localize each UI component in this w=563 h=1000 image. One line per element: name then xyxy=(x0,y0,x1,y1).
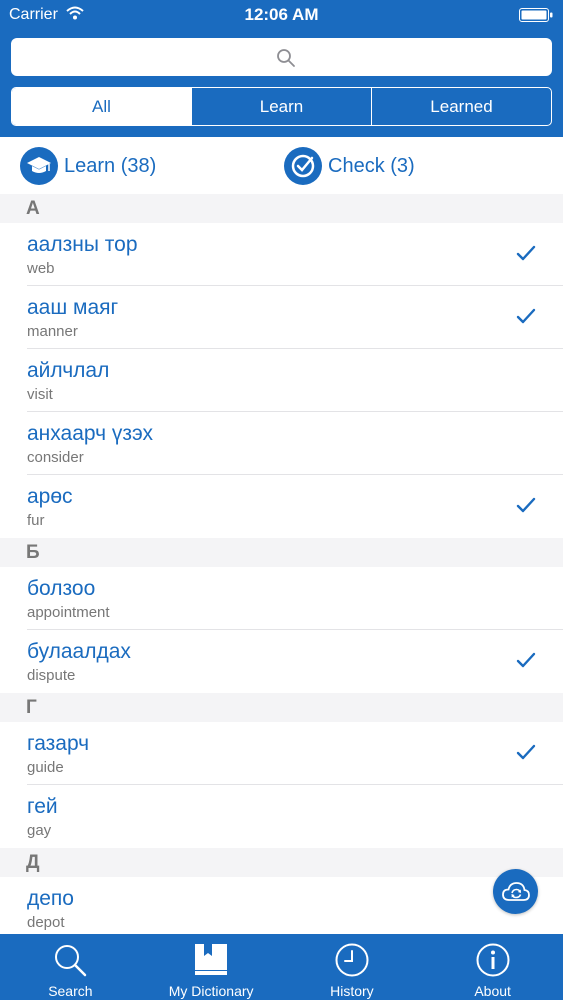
status-time: 12:06 AM xyxy=(244,5,319,24)
word-text: ааш маяг xyxy=(27,296,119,319)
search-input[interactable] xyxy=(11,38,552,76)
learn-label: Learn (38) xyxy=(64,154,157,177)
checkmark-icon xyxy=(516,744,536,760)
word-text: айлчлал xyxy=(27,359,110,382)
tab-bar: Search My Dictionary History About xyxy=(0,934,563,1000)
tab-label: About xyxy=(474,983,511,999)
action-bar: Learn (38) Check (3) xyxy=(0,137,563,194)
word-text: анхаарч үзэх xyxy=(27,422,153,445)
list-item[interactable]: анхаарч үзэх consider xyxy=(0,412,563,475)
segment-learn[interactable]: Learn xyxy=(191,88,371,125)
translation-text: fur xyxy=(27,512,45,529)
translation-text: guide xyxy=(27,759,64,776)
checkmark-icon xyxy=(516,652,536,668)
tab-history[interactable]: History xyxy=(282,934,423,1000)
section-header-g: Г xyxy=(0,693,563,722)
list-item[interactable]: ааш маяг manner xyxy=(0,286,563,349)
list-item[interactable]: айлчлал visit xyxy=(0,349,563,412)
filter-segmented-control: All Learn Learned xyxy=(11,87,552,126)
list-item[interactable]: депо depot xyxy=(0,877,563,940)
list-item[interactable]: булаалдах dispute xyxy=(0,630,563,693)
translation-text: web xyxy=(27,260,55,277)
word-text: гей xyxy=(27,795,58,818)
translation-text: appointment xyxy=(27,604,110,621)
translation-text: consider xyxy=(27,449,84,466)
word-list: A аалзны тор web ааш маяг manner айлчлал… xyxy=(0,194,563,940)
word-text: аалзны тор xyxy=(27,233,138,256)
tab-about[interactable]: About xyxy=(422,934,563,1000)
tab-label: History xyxy=(330,983,374,999)
cloud-sync-icon xyxy=(501,881,530,901)
list-item[interactable]: болзоо appointment xyxy=(0,567,563,630)
battery-icon xyxy=(519,8,553,22)
list-item[interactable]: гей gay xyxy=(0,785,563,848)
word-text: газарч xyxy=(27,732,90,755)
clock-icon xyxy=(335,943,369,977)
book-icon xyxy=(195,944,228,975)
checkmark-icon xyxy=(516,497,536,513)
checkmark-icon xyxy=(516,245,536,261)
top-bar: Carrier 12:06 AM All Learn Learned xyxy=(0,0,563,137)
tab-my-dictionary[interactable]: My Dictionary xyxy=(141,934,282,1000)
tab-search[interactable]: Search xyxy=(0,934,141,1000)
word-text: депо xyxy=(27,887,74,910)
list-item[interactable]: арөс fur xyxy=(0,475,563,538)
segment-all[interactable]: All xyxy=(12,88,191,125)
word-text: булаалдах xyxy=(27,640,131,663)
check-label: Check (3) xyxy=(328,154,415,177)
check-circle-icon xyxy=(284,147,322,185)
word-text: арөс xyxy=(27,485,73,508)
search-icon xyxy=(277,49,295,67)
translation-text: manner xyxy=(27,323,78,340)
word-text: болзоо xyxy=(27,577,96,600)
section-header-a: A xyxy=(0,194,563,223)
cloud-sync-button[interactable] xyxy=(493,869,538,914)
list-item[interactable]: аалзны тор web xyxy=(0,223,563,286)
tab-label: My Dictionary xyxy=(168,983,254,999)
graduation-cap-icon xyxy=(20,147,58,185)
translation-text: gay xyxy=(27,822,52,839)
list-item[interactable]: газарч guide xyxy=(0,722,563,785)
segment-learned[interactable]: Learned xyxy=(371,88,551,125)
search-icon xyxy=(55,945,87,977)
checkmark-icon xyxy=(516,308,536,324)
tab-label: Search xyxy=(48,983,93,999)
info-icon xyxy=(476,943,510,977)
section-header-b: Б xyxy=(0,538,563,567)
translation-text: dispute xyxy=(27,667,76,684)
section-header-d: Д xyxy=(0,848,563,877)
check-button[interactable]: Check (3) xyxy=(284,146,415,186)
translation-text: visit xyxy=(27,386,53,403)
learn-button[interactable]: Learn (38) xyxy=(20,146,156,186)
status-bar: Carrier 12:06 AM xyxy=(0,0,563,30)
translation-text: depot xyxy=(27,914,65,931)
